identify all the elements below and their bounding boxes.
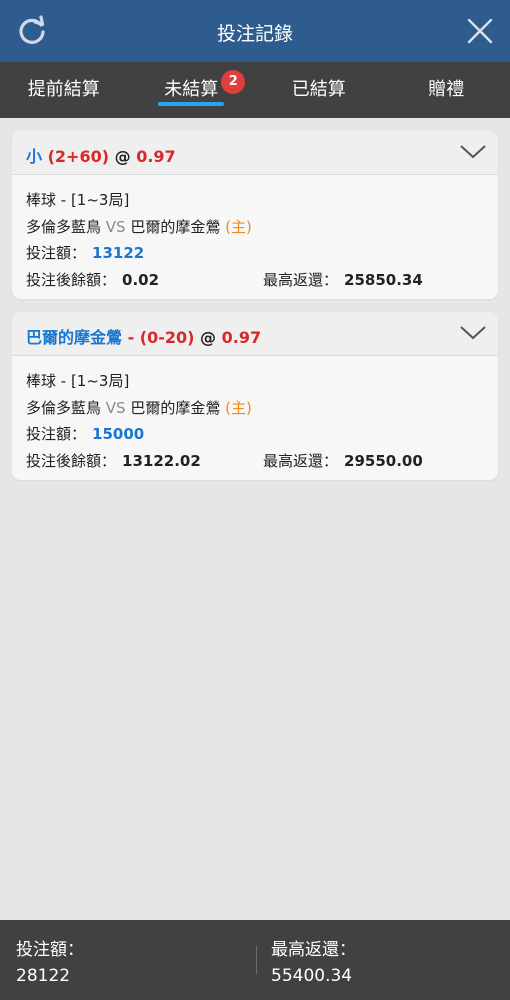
stake-label: 投注額： — [26, 244, 87, 262]
summary-footer: 投注額： 28122 最高返還： 55400.34 — [0, 920, 510, 1000]
balance-label: 投注後餘額： — [26, 270, 117, 289]
bet-match: 多倫多藍鳥 VS 巴爾的摩金鶯 (主) — [26, 214, 484, 241]
total-stake-label: 投注額： — [16, 940, 84, 960]
total-stake-value: 28122 — [16, 966, 71, 986]
bet-card-body: 棒球 - [1~3局] 多倫多藍鳥 VS 巴爾的摩金鶯 (主) 投注額： 1500… — [12, 356, 498, 480]
bet-selection: 小 — [26, 147, 43, 166]
tab-early-settle[interactable]: 提前結算 — [0, 62, 128, 118]
bet-at: @ — [114, 147, 131, 166]
bet-stake: 投注額： 15000 — [26, 421, 484, 448]
vs-label: VS — [105, 398, 126, 417]
balance-value: 0.02 — [122, 270, 160, 289]
max-return-label: 最高返還： — [263, 451, 339, 470]
tab-settled[interactable]: 已結算 — [255, 62, 383, 118]
footer-divider — [256, 946, 257, 974]
stake-label: 投注額： — [26, 425, 87, 443]
tab-unsettled[interactable]: 未結算 2 — [128, 62, 256, 118]
tab-bar: 提前結算 未結算 2 已結算 贈禮 — [0, 62, 510, 118]
tab-label: 未結算 — [164, 79, 219, 100]
tab-label: 已結算 — [291, 79, 346, 100]
bet-odds: 0.97 — [136, 147, 176, 166]
team-home: 巴爾的摩金鶯 — [130, 217, 221, 236]
tab-label: 贈禮 — [428, 79, 465, 100]
bet-stake: 投注額： 13122 — [26, 240, 484, 267]
bet-card: 小 (2+60) @ 0.97 棒球 - [1~3局] 多倫多藍鳥 VS 巴爾的… — [12, 131, 498, 299]
page-title: 投注記錄 — [216, 23, 293, 45]
total-return-value: 55400.34 — [271, 966, 353, 986]
max-return-value: 25850.34 — [344, 270, 423, 289]
balance-label: 投注後餘額： — [26, 451, 117, 470]
bet-card-header[interactable]: 小 (2+60) @ 0.97 — [12, 131, 498, 175]
header-bar: 投注記錄 — [0, 0, 510, 62]
bet-card-body: 棒球 - [1~3局] 多倫多藍鳥 VS 巴爾的摩金鶯 (主) 投注額： 1312… — [12, 175, 498, 299]
bet-balance-return: 投注後餘額： 13122.02 最高返還： 29550.00 — [26, 448, 484, 475]
chevron-down-icon[interactable] — [460, 322, 486, 344]
total-stake: 投注額： 28122 — [16, 937, 84, 989]
total-return: 最高返還： 55400.34 — [271, 937, 356, 989]
home-marker: (主) — [225, 217, 252, 236]
bet-match: 多倫多藍鳥 VS 巴爾的摩金鶯 (主) — [26, 395, 484, 422]
unsettled-count-badge: 2 — [221, 70, 246, 94]
balance-value: 13122.02 — [122, 451, 201, 470]
vs-label: VS — [105, 217, 126, 236]
total-return-label: 最高返還： — [271, 940, 356, 960]
team-away: 多倫多藍鳥 — [26, 398, 102, 417]
bet-card-header[interactable]: 巴爾的摩金鶯 - (0-20) @ 0.97 — [12, 312, 498, 356]
bet-handicap: - (0-20) — [127, 328, 195, 347]
bet-odds: 0.97 — [221, 328, 262, 347]
bet-handicap: (2+60) — [47, 147, 110, 166]
bet-at: @ — [200, 328, 217, 347]
bet-card: 巴爾的摩金鶯 - (0-20) @ 0.97 棒球 - [1~3局] 多倫多藍鳥… — [12, 312, 498, 480]
stake-value: 13122 — [92, 244, 145, 262]
max-return-label: 最高返還： — [263, 270, 339, 289]
bet-sport: 棒球 - [1~3局] — [26, 372, 130, 390]
bet-sport: 棒球 - [1~3局] — [26, 191, 130, 209]
team-home: 巴爾的摩金鶯 — [130, 398, 221, 417]
tab-gifts[interactable]: 贈禮 — [383, 62, 510, 118]
stake-value: 15000 — [92, 425, 145, 443]
bet-balance-return: 投注後餘額： 0.02 最高返還： 25850.34 — [26, 267, 484, 294]
home-marker: (主) — [225, 398, 252, 417]
active-tab-indicator — [158, 102, 225, 106]
max-return-value: 29550.00 — [344, 451, 423, 470]
bet-selection: 巴爾的摩金鶯 — [26, 328, 123, 347]
tab-label: 提前結算 — [27, 79, 100, 100]
team-away: 多倫多藍鳥 — [26, 217, 102, 236]
chevron-down-icon[interactable] — [460, 141, 486, 163]
close-icon[interactable] — [464, 15, 496, 47]
